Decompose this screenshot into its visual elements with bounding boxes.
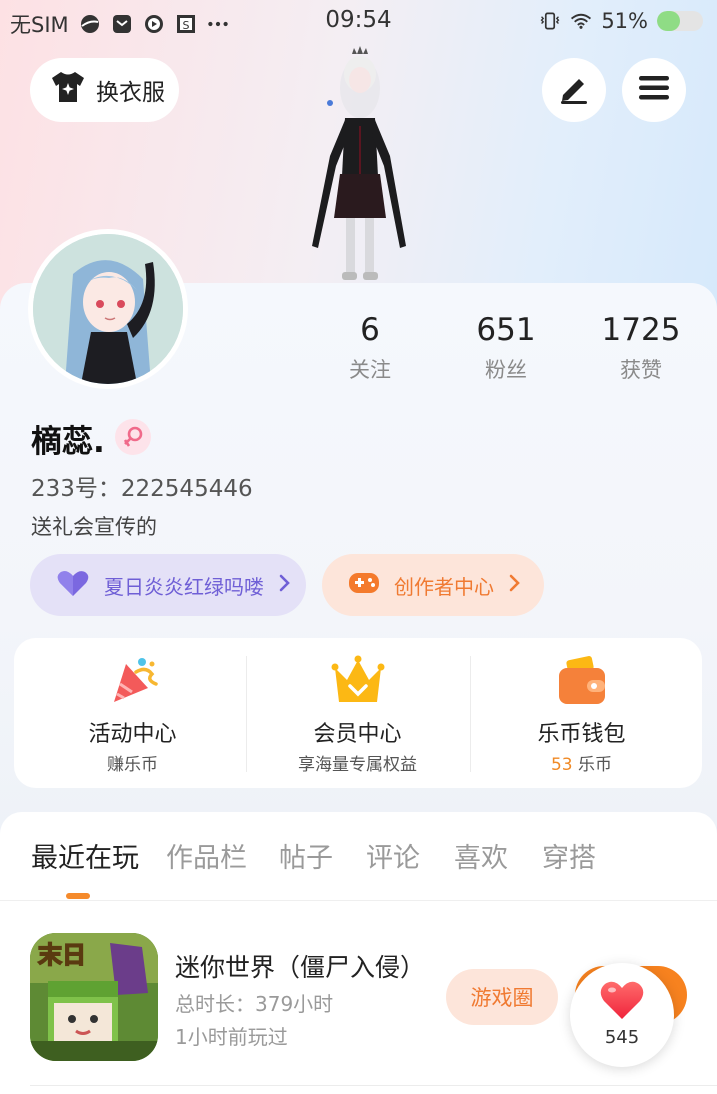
- tab-outfits[interactable]: 穿搭: [542, 836, 596, 875]
- creator-center-button[interactable]: 创作者中心: [322, 554, 544, 616]
- battery-percent: 51%: [601, 9, 648, 33]
- game-last-played: 1小时前玩过: [175, 1025, 288, 1049]
- stat-likes[interactable]: 1725 获赞: [581, 312, 701, 384]
- status-bar: 无SIM S 09:54 51%: [0, 0, 717, 44]
- pen-icon: [557, 71, 591, 109]
- female-gender-icon: [115, 419, 151, 455]
- svg-text:末日: 末日: [38, 941, 86, 969]
- services-panel: 活动中心 赚乐币 会员中心 享海量专属权益 乐币钱包 53 乐币: [14, 638, 702, 788]
- divider: [30, 1085, 717, 1086]
- wallet-button[interactable]: 乐币钱包 53 乐币: [467, 638, 696, 788]
- tab-likes[interactable]: 喜欢: [454, 836, 508, 875]
- tab-works[interactable]: 作品栏: [166, 836, 247, 875]
- stat-label: 关注: [349, 358, 391, 382]
- heart-icon: [599, 979, 645, 1025]
- wallet-icon: [555, 654, 609, 708]
- gamepad-icon: [348, 570, 380, 601]
- wifi-icon: [570, 10, 592, 32]
- tab-recently-played[interactable]: 最近在玩: [31, 836, 139, 875]
- service-title: 乐币钱包: [537, 722, 626, 747]
- divider: [0, 900, 717, 901]
- crown-icon: [331, 654, 385, 708]
- creator-center-label: 创作者中心: [394, 574, 494, 599]
- heart-icon: [56, 569, 90, 602]
- service-subtitle: 赚乐币: [107, 755, 158, 775]
- tshirt-sparkle-icon: [50, 70, 86, 110]
- character-model-image[interactable]: [290, 46, 430, 286]
- avatar[interactable]: [28, 229, 188, 389]
- coin-balance: 53: [550, 755, 573, 775]
- chevron-right-icon: [508, 573, 522, 598]
- profile-signature: 送礼会宣传的: [31, 515, 157, 539]
- like-floating-button[interactable]: 545: [570, 963, 674, 1067]
- service-title: 会员中心: [313, 722, 402, 747]
- service-subtitle: 53 乐币: [467, 750, 696, 775]
- stat-label: 获赞: [620, 358, 662, 382]
- edit-profile-button[interactable]: [542, 58, 606, 122]
- group-pill-label: 夏日炎炎红绿吗喽: [104, 574, 264, 599]
- tab-posts[interactable]: 帖子: [279, 836, 333, 875]
- service-subtitle: 享海量专属权益: [298, 755, 417, 775]
- like-count: 545: [604, 1027, 640, 1048]
- game-title[interactable]: 迷你世界（僵尸入侵）: [175, 948, 425, 984]
- party-popper-icon: [106, 654, 160, 708]
- menu-button[interactable]: [622, 58, 686, 122]
- coin-unit: 乐币: [578, 755, 613, 775]
- user-id: 233号：222545446: [31, 476, 253, 502]
- game-circle-button[interactable]: 游戏圈: [446, 969, 558, 1025]
- active-tab-indicator: [66, 893, 90, 899]
- activity-center-button[interactable]: 活动中心 赚乐币: [18, 638, 247, 788]
- chevron-right-icon: [278, 573, 292, 598]
- stat-value: 651: [476, 312, 536, 348]
- stat-value: 1725: [601, 312, 681, 348]
- game-playtime: 总时长：379小时: [175, 992, 334, 1016]
- stat-following[interactable]: 6 关注: [310, 312, 430, 384]
- change-outfit-button[interactable]: 换衣服: [30, 58, 179, 122]
- service-title: 活动中心: [88, 722, 177, 747]
- stat-value: 6: [360, 312, 380, 348]
- tab-comments[interactable]: 评论: [366, 836, 420, 875]
- game-icon-image[interactable]: 末日: [30, 933, 158, 1061]
- group-pill-button[interactable]: 夏日炎炎红绿吗喽: [30, 554, 306, 616]
- stat-label: 粉丝: [485, 358, 527, 382]
- change-outfit-label: 换衣服: [96, 80, 165, 106]
- username: 樀蕊.: [31, 424, 105, 460]
- vibrate-icon: [539, 10, 561, 32]
- battery-icon: [657, 11, 703, 31]
- member-center-button[interactable]: 会员中心 享海量专属权益: [243, 638, 472, 788]
- stat-followers[interactable]: 651 粉丝: [446, 312, 566, 384]
- hamburger-icon: [638, 75, 670, 105]
